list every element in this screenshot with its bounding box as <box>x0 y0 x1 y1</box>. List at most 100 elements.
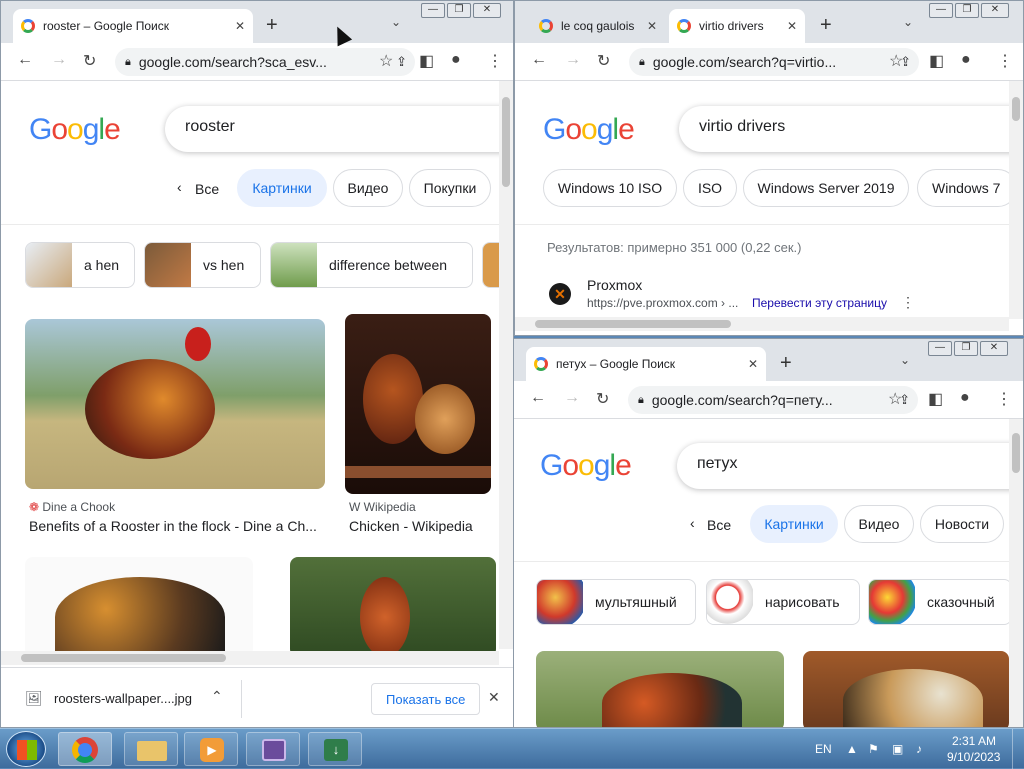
result-menu-dots-icon[interactable]: ⋮ <box>901 294 915 311</box>
maximize-icon[interactable]: ❐ <box>955 3 979 18</box>
result-title[interactable]: Benefits of a Rooster in the flock - Din… <box>29 518 325 534</box>
chip-images[interactable]: Картинки <box>750 505 838 543</box>
suggestion-chip[interactable]: a hen <box>25 242 135 288</box>
close-tab-icon[interactable]: ✕ <box>647 19 657 33</box>
taskbar-installer-button[interactable]: ↓ <box>308 732 362 766</box>
scrollbar-thumb[interactable] <box>1012 97 1020 121</box>
tab-rooster[interactable]: rooster – Google Поиск ✕ <box>13 9 253 43</box>
close-tab-icon[interactable]: ✕ <box>235 19 245 33</box>
tab-le-coq[interactable]: le coq gaulois ✕ <box>531 9 665 43</box>
back-chevron-icon[interactable]: ‹ <box>690 515 695 531</box>
forward-arrow-icon[interactable]: → <box>564 389 580 407</box>
chip-video[interactable]: Видео <box>844 505 914 543</box>
chip-video[interactable]: Видео <box>333 169 403 207</box>
new-tab-plus-icon[interactable]: + <box>780 352 792 375</box>
taskbar-app-button[interactable] <box>246 732 300 766</box>
tab-petukh[interactable]: петух – Google Поиск ✕ <box>526 347 766 381</box>
download-filename[interactable]: roosters-wallpaper....jpg <box>54 691 192 706</box>
suggestion-chip[interactable]: нарисовать <box>706 579 860 625</box>
show-desktop-button[interactable] <box>1012 729 1024 769</box>
chevron-up-icon[interactable]: ⌃ <box>211 688 223 705</box>
scrollbar-thumb[interactable] <box>1012 433 1020 473</box>
search-input[interactable]: rooster <box>165 106 513 152</box>
result-url[interactable]: https://pve.proxmox.com › ... <box>587 296 738 310</box>
chip-shopping[interactable]: Покупки <box>409 169 491 207</box>
google-logo[interactable]: Google <box>540 449 632 483</box>
result-image-rooster-white[interactable] <box>25 557 253 657</box>
side-panel-icon[interactable]: ◧ <box>419 51 434 71</box>
suggestion-chip[interactable]: сказочный <box>868 579 1012 625</box>
profile-icon[interactable]: ● <box>960 389 970 407</box>
address-bar[interactable]: 🔒︎ google.com/search?q=пету... ⇪ <box>628 386 918 414</box>
tab-search-chevron-icon[interactable]: ⌄ <box>903 15 913 29</box>
close-window-icon[interactable]: ✕ <box>980 341 1008 356</box>
chip-all[interactable]: Все <box>195 181 219 197</box>
refine-chip[interactable]: ISO <box>683 169 737 207</box>
result-image-rooster-grass[interactable] <box>536 651 784 727</box>
forward-arrow-icon[interactable]: → <box>51 51 67 69</box>
result-title[interactable]: Chicken - Wikipedia <box>349 518 499 534</box>
address-bar[interactable]: 🔒︎ google.com/search?q=virtio... ⇪ <box>629 48 919 76</box>
network-icon[interactable]: ▣ <box>892 742 903 756</box>
show-hidden-icons-chevron-icon[interactable]: ▲ <box>846 742 858 756</box>
search-input[interactable]: virtio drivers <box>679 106 1023 152</box>
result-image-rooster[interactable] <box>25 319 325 489</box>
refine-chip[interactable]: Windows 10 ISO <box>543 169 677 207</box>
refine-chip[interactable]: Windows Server 2019 <box>743 169 909 207</box>
show-all-button[interactable]: Показать все <box>371 683 481 715</box>
reload-icon[interactable]: ↻ <box>596 389 609 409</box>
close-tab-icon[interactable]: ✕ <box>787 19 797 33</box>
scrollbar-thumb[interactable] <box>502 97 510 187</box>
start-button[interactable] <box>6 731 46 767</box>
new-tab-plus-icon[interactable]: + <box>820 14 832 37</box>
search-input[interactable]: петух <box>677 443 1023 489</box>
minimize-icon[interactable]: — <box>928 341 952 356</box>
vertical-scrollbar[interactable] <box>1009 81 1023 319</box>
star-icon[interactable]: ☆ <box>379 51 393 71</box>
maximize-icon[interactable]: ❐ <box>954 341 978 356</box>
taskbar-explorer-button[interactable] <box>124 732 178 766</box>
minimize-icon[interactable]: — <box>421 3 445 18</box>
tab-search-chevron-icon[interactable]: ⌄ <box>900 353 910 367</box>
action-center-icon[interactable]: ⚑ <box>868 742 879 756</box>
forward-arrow-icon[interactable]: → <box>565 51 581 69</box>
result-image-rooster-fence[interactable] <box>803 651 1009 727</box>
side-panel-icon[interactable]: ◧ <box>928 389 943 409</box>
vertical-scrollbar[interactable] <box>1009 419 1023 727</box>
tab-search-chevron-icon[interactable]: ⌄ <box>391 15 401 29</box>
reload-icon[interactable]: ↻ <box>83 51 96 71</box>
minimize-icon[interactable]: — <box>929 3 953 18</box>
translate-link[interactable]: Перевести эту страницу <box>752 296 887 310</box>
horizontal-scrollbar[interactable] <box>1 651 499 665</box>
back-arrow-icon[interactable]: ← <box>530 389 546 407</box>
taskbar-chrome-button[interactable] <box>58 732 112 766</box>
close-tab-icon[interactable]: ✕ <box>748 357 758 371</box>
profile-icon[interactable]: ● <box>961 51 971 69</box>
star-icon[interactable]: ☆ <box>889 51 903 71</box>
chip-all[interactable]: Все <box>707 517 731 533</box>
new-tab-plus-icon[interactable]: + <box>266 14 278 37</box>
taskbar-media-player-button[interactable]: ▶ <box>184 732 238 766</box>
language-indicator[interactable]: EN <box>815 742 832 756</box>
reload-icon[interactable]: ↻ <box>597 51 610 71</box>
volume-muted-icon[interactable]: ♪ <box>916 742 922 756</box>
menu-dots-icon[interactable]: ⋮ <box>487 51 503 71</box>
tab-virtio[interactable]: virtio drivers ✕ <box>669 9 805 43</box>
chip-images[interactable]: Картинки <box>237 169 327 207</box>
clock-time[interactable]: 2:31 AM <box>952 734 996 748</box>
profile-icon[interactable]: ● <box>451 51 461 69</box>
scrollbar-thumb[interactable] <box>21 654 226 662</box>
google-logo[interactable]: Google <box>29 113 121 147</box>
chip-news[interactable]: Новости <box>920 505 1004 543</box>
clock-date[interactable]: 9/10/2023 <box>947 750 1000 764</box>
back-arrow-icon[interactable]: ← <box>17 51 33 69</box>
back-arrow-icon[interactable]: ← <box>531 51 547 69</box>
refine-chip[interactable]: Windows 7 <box>917 169 1017 207</box>
share-icon[interactable]: ⇪ <box>396 54 407 70</box>
address-bar[interactable]: 🔒︎ google.com/search?sca_esv... ⇪ <box>115 48 415 76</box>
result-image-rooster-field[interactable] <box>290 557 496 657</box>
star-icon[interactable]: ☆ <box>888 389 902 409</box>
menu-dots-icon[interactable]: ⋮ <box>996 389 1012 409</box>
suggestion-chip[interactable]: мультяшный <box>536 579 696 625</box>
vertical-scrollbar[interactable] <box>499 81 513 649</box>
